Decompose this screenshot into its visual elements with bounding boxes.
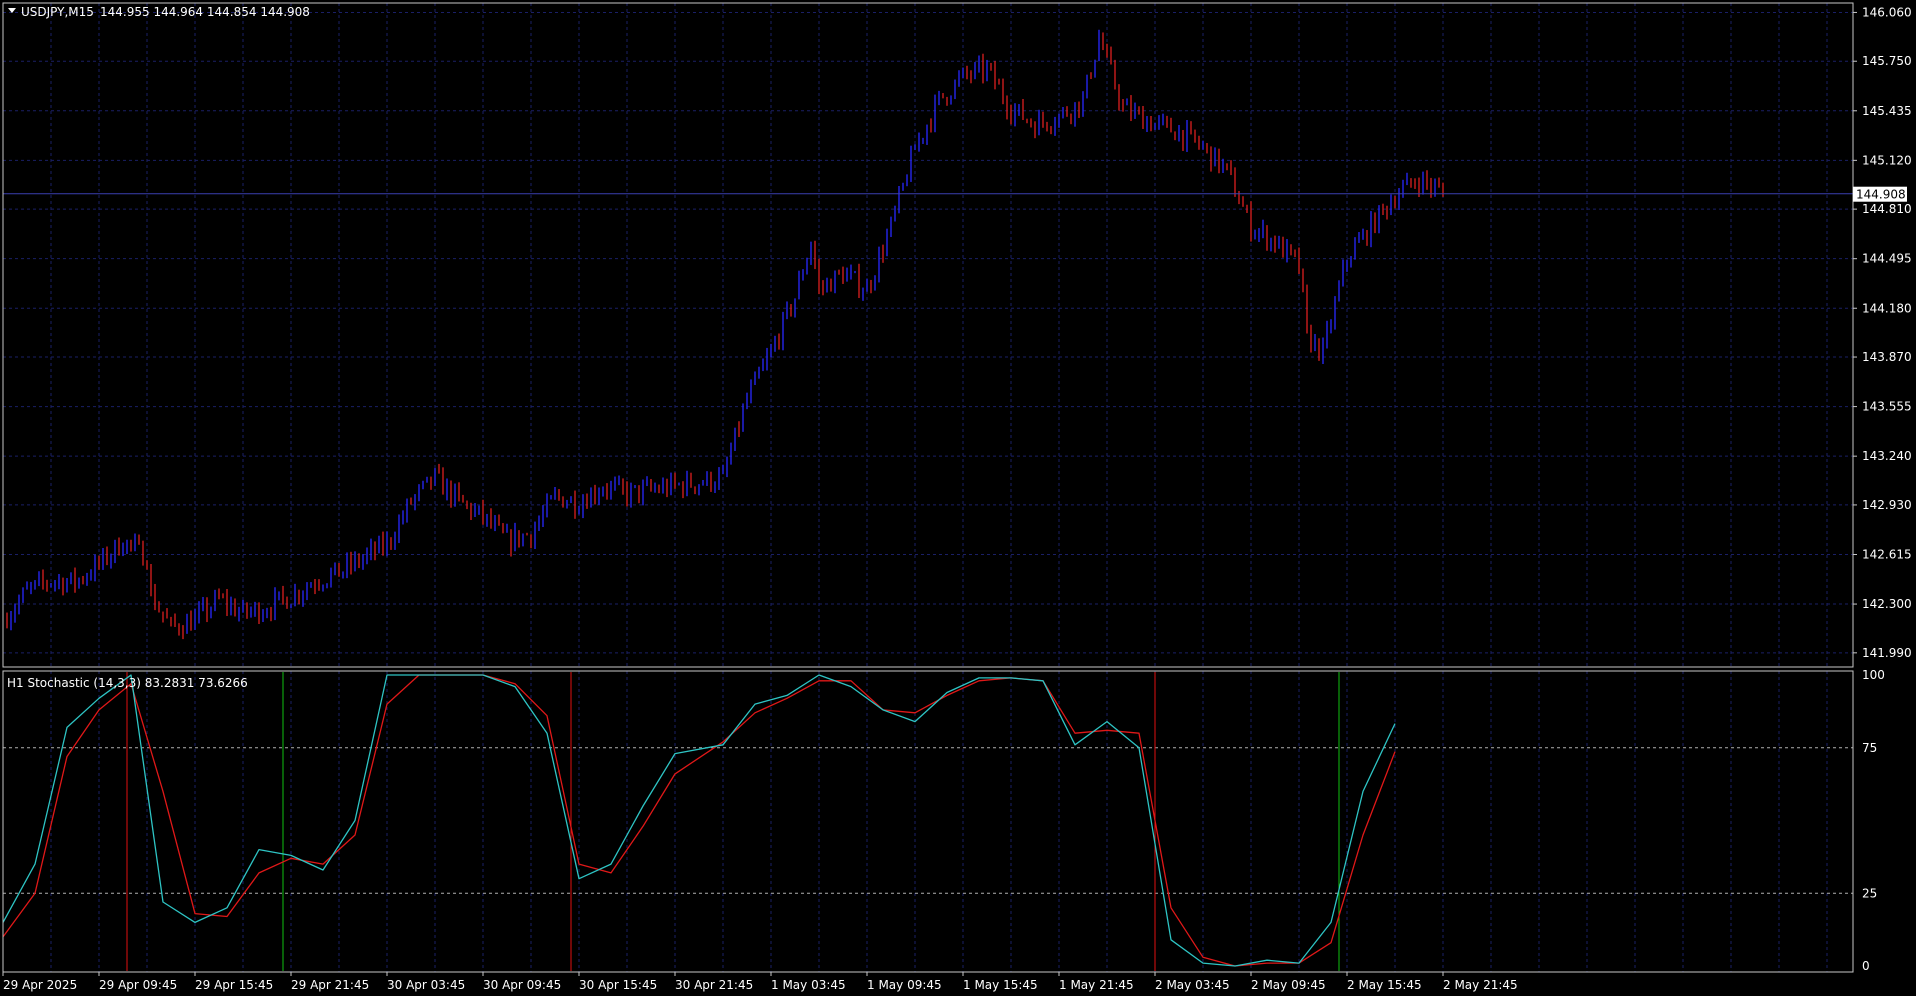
price-tick-label: 143.240 [1862,449,1912,463]
price-tick-label: 146.060 [1862,5,1912,19]
time-tick-label: 1 May 09:45 [867,978,942,992]
time-tick-label: 30 Apr 21:45 [675,978,753,992]
time-tick-label: 2 May 15:45 [1347,978,1422,992]
time-tick-label: 2 May 03:45 [1155,978,1230,992]
chart-header: USDJPY,M15 144.955 144.964 144.854 144.9… [8,5,310,19]
price-tick-label: 142.615 [1862,547,1912,561]
time-tick-label: 2 May 09:45 [1251,978,1326,992]
stochastic-level-label: 100 [1862,668,1885,682]
current-price-tag: 144.908 [1853,186,1907,202]
price-tick-label: 141.990 [1862,646,1912,660]
price-tick-label: 144.495 [1862,252,1912,266]
price-tick-label: 145.750 [1862,54,1912,68]
time-tick-label: 1 May 21:45 [1059,978,1134,992]
current-price-label: 144.908 [1856,188,1906,202]
stochastic-label: H1 Stochastic (14,3,3) 83.2831 73.6266 [7,676,248,690]
time-tick-label: 1 May 03:45 [771,978,846,992]
time-tick-label: 29 Apr 15:45 [195,978,273,992]
stochastic-level-label: 0 [1862,959,1870,973]
chart-background [0,0,1916,996]
time-tick-label: 30 Apr 03:45 [387,978,465,992]
time-tick-label: 30 Apr 15:45 [579,978,657,992]
price-tick-label: 142.300 [1862,597,1912,611]
ohlc-values: 144.955 144.964 144.854 144.908 [100,5,310,19]
price-tick-label: 144.810 [1862,202,1912,216]
time-tick-label: 1 May 15:45 [963,978,1038,992]
stochastic-level-label: 25 [1862,886,1877,900]
price-tick-label: 145.120 [1862,153,1912,167]
symbol-label: USDJPY,M15 [21,5,94,19]
price-tick-label: 142.930 [1862,498,1912,512]
time-tick-label: 30 Apr 09:45 [483,978,561,992]
time-tick-label: 29 Apr 21:45 [291,978,369,992]
stochastic-level-label: 75 [1862,741,1877,755]
time-tick-label: 2 May 21:45 [1443,978,1518,992]
trading-chart-window[interactable]: USDJPY,M15 144.955 144.964 144.854 144.9… [0,0,1916,996]
price-tick-label: 143.870 [1862,350,1912,364]
price-tick-label: 145.435 [1862,104,1912,118]
price-tick-label: 143.555 [1862,400,1912,414]
time-tick-label: 29 Apr 2025 [3,978,77,992]
time-tick-label: 29 Apr 09:45 [99,978,177,992]
price-tick-label: 144.180 [1862,301,1912,315]
